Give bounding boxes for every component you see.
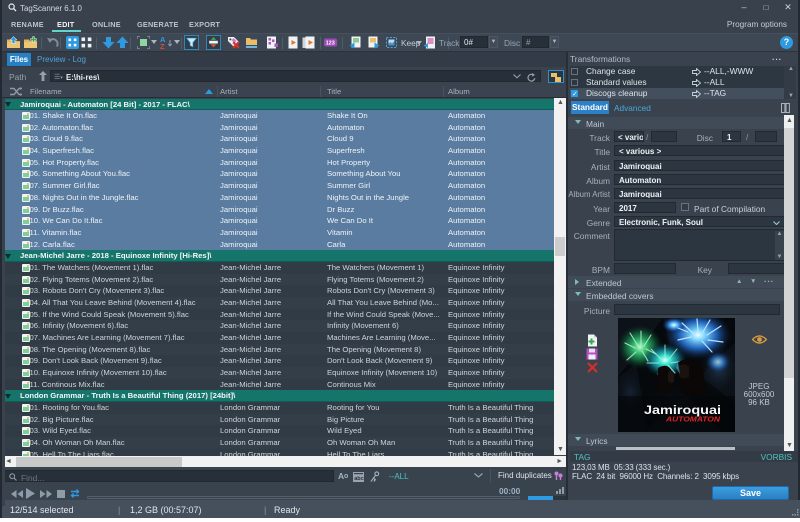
- svg-text:123: 123: [326, 41, 335, 47]
- svg-text:Jamiroquai: Jamiroquai: [644, 405, 721, 417]
- svg-text:AUTOMATON: AUTOMATON: [664, 417, 720, 424]
- svg-text:Z: Z: [160, 42, 165, 49]
- svg-text:abc: abc: [354, 476, 364, 482]
